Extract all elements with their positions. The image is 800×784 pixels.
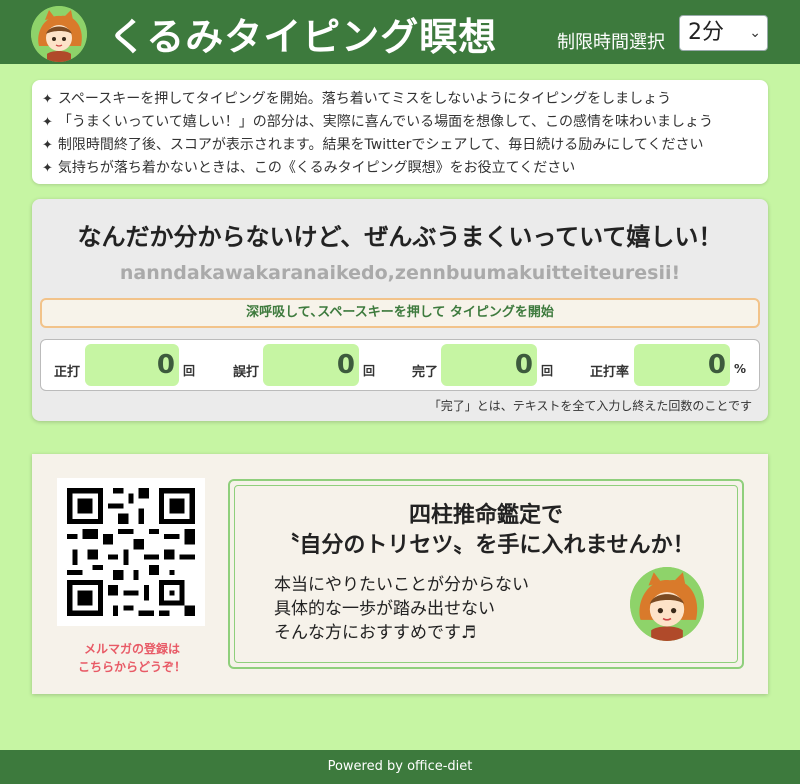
instruction-item: ✦ 制限時間終了後、スコアが表示されます。結果をTwitterでシェアして、毎日続… [42,137,704,153]
sparkle-bullet-icon: ✦ [42,161,53,176]
accuracy-label: 正打率 [590,365,630,380]
instruction-item: ✦ 「うまくいっていて嬉しい！」の部分は、実際に喜んでいる場面を想像して、この感情… [42,114,713,130]
qr-code-image[interactable] [57,478,205,626]
time-limit-label: 制限時間選択 [557,32,665,53]
instruction-item: ✦ 気持ちが落ち着かないときは、この《くるみタイピング瞑想》をお役立てください [42,160,576,176]
sparkle-bullet-icon: ✦ [42,138,53,153]
squirrel-girl-logo-icon[interactable] [31,6,87,62]
header-bar: くるみタイピング瞑想 制限時間選択 2分 ⌄ [0,0,800,64]
time-limit-select[interactable]: 2分 ⌄ [679,15,768,51]
start-message: 深呼吸して､スペースキーを押して タイピングを開始 [40,298,760,328]
promo-title: 四柱推命鑑定で 〝自分のトリセツ〟を手に入れませんか！ [277,503,695,558]
miss-count-unit: 回 [363,364,376,378]
accuracy-value: 0 [634,344,730,386]
accuracy-unit: % [734,362,747,376]
sparkle-bullet-icon: ✦ [42,115,53,130]
prompt-text: なんだか分からないけど、ぜんぶうまくいっていて嬉しい！ [77,223,723,251]
chevron-down-icon: ⌄ [749,25,761,41]
complete-count-unit: 回 [541,364,554,378]
site-title[interactable]: くるみタイピング瞑想 [108,6,497,61]
instruction-item: ✦ スペースキーを押してタイピングを開始。落ち着いてミスをしないようにタイピングを… [42,91,672,107]
complete-count-label: 完了 [412,365,439,380]
instructions-panel: ✦ スペースキーを押してタイピングを開始。落ち着いてミスをしないようにタイピングを… [32,80,768,184]
time-limit-value: 2分 [688,20,724,45]
footer: Powered by office-diet [0,750,800,784]
completion-note: 「完了」とは、テキストを全て入力し終えた回数のことです [428,399,752,413]
romaji-text: nanndakawakaranaikedo,zennbuumakuitteite… [119,262,681,284]
footer-credit[interactable]: Powered by office-diet [328,759,473,774]
stats-bar: 正打 0 回 誤打 0 回 完了 0 回 正打率 0 % [40,339,760,391]
correct-count-value: 0 [85,344,179,386]
correct-count-label: 正打 [54,365,81,380]
qr-caption: メルマガの登録は こちらからどうぞ！ [77,642,186,674]
promo-body: 本当にやりたいことが分からない 具体的な一歩が踏み出せない そんな方におすすめで… [274,575,529,643]
newsletter-banner[interactable]: メルマガの登録は こちらからどうぞ！ 四柱推命鑑定で 〝自分のトリセツ〟を手に入… [32,454,768,694]
promo-frame[interactable]: 四柱推命鑑定で 〝自分のトリセツ〟を手に入れませんか！ 本当にやりたいことが分か… [228,479,744,669]
miss-count-label: 誤打 [233,365,260,380]
typing-panel[interactable]: なんだか分からないけど、ぜんぶうまくいっていて嬉しい！ nanndakawaka… [32,199,768,421]
squirrel-girl-avatar-icon [630,567,704,641]
sparkle-bullet-icon: ✦ [42,92,53,107]
complete-count-value: 0 [441,344,537,386]
correct-count-unit: 回 [183,364,196,378]
miss-count-value: 0 [263,344,359,386]
